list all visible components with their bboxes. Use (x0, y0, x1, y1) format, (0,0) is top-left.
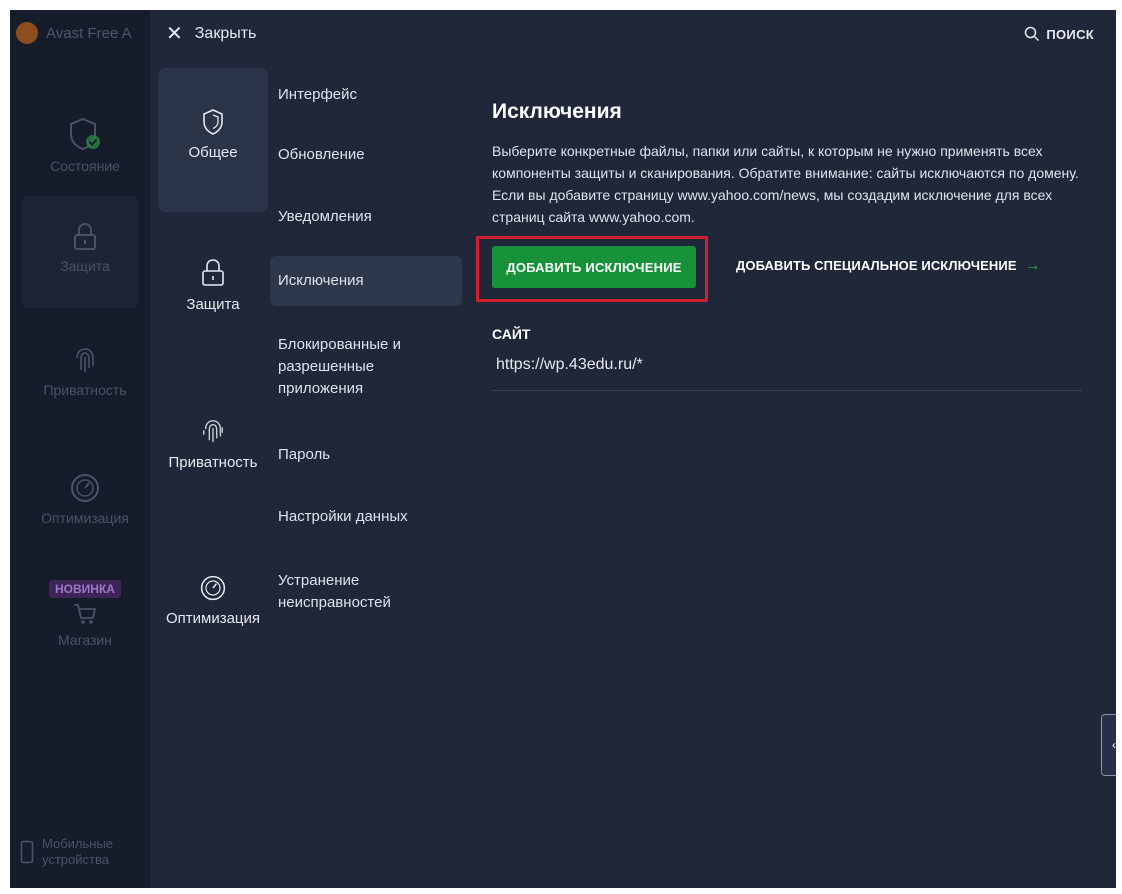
speedometer-icon (200, 575, 226, 601)
bg-nav-status[interactable]: Состояние (10, 116, 160, 174)
subnav-line: приложения (278, 380, 364, 397)
subnav-updates[interactable]: Обновление (270, 144, 462, 166)
subnav-interface[interactable]: Интерфейс (270, 84, 462, 106)
close-label: Закрыть (194, 25, 257, 42)
close-button[interactable]: ✕ Закрыть (166, 24, 256, 44)
subnav-line: неисправностей (278, 594, 391, 611)
bg-nav-label: Магазин (57, 632, 112, 648)
add-exception-button[interactable]: ДОБАВИТЬ ИСКЛЮЧЕНИЕ (492, 246, 696, 288)
subnav-data-settings[interactable]: Настройки данных (270, 506, 462, 528)
category-label: Приватность (168, 454, 258, 471)
shield-check-icon (70, 117, 100, 151)
search-label: ПОИСК (1046, 26, 1094, 42)
subnav-line: разрешенные (278, 358, 375, 375)
lock-icon (202, 259, 224, 286)
new-badge: НОВИНКА (49, 580, 121, 598)
bg-mobile-line1: Мобильные (42, 836, 114, 851)
fingerprint-icon (203, 420, 223, 443)
category-general[interactable]: Общее (158, 68, 268, 212)
fingerprint-icon (76, 348, 94, 372)
category-label: Общее (188, 144, 238, 161)
app-window: Avast Free A Состояние Защита Приватност… (10, 10, 1116, 888)
speedometer-icon (71, 474, 99, 502)
category-label: Оптимизация (165, 610, 261, 627)
add-special-exception-link[interactable]: ДОБАВИТЬ СПЕЦИАЛЬНОЕ ИСКЛЮЧЕНИЕ → (736, 257, 1041, 275)
settings-panel: ✕ Закрыть ПОИСК Общее Защита Приватность… (150, 10, 1116, 888)
bg-nav-store[interactable]: НОВИНКА Магазин (10, 580, 160, 648)
lock-icon (74, 222, 96, 250)
bg-nav-privacy[interactable]: Приватность (10, 344, 160, 398)
bg-mobile-devices[interactable]: Мобильные устройства (20, 836, 113, 868)
add-special-exception-label: ДОБАВИТЬ СПЕЦИАЛЬНОЕ ИСКЛЮЧЕНИЕ (736, 258, 1017, 273)
exception-url: https://wp.43edu.ru/* (496, 356, 643, 373)
avast-logo-icon (16, 22, 38, 44)
bg-nav-label: Состояние (50, 158, 120, 174)
chevron-left-icon: ‹ (1112, 738, 1116, 752)
bg-nav-label: Приватность (43, 382, 127, 398)
page-title: Исключения (492, 100, 622, 123)
background-sidebar: Avast Free A Состояние Защита Приватност… (10, 10, 160, 888)
category-protection[interactable]: Защита (158, 258, 268, 313)
close-icon: ✕ (166, 23, 183, 45)
bg-mobile-line2: устройства (42, 852, 109, 867)
bg-nav-protection[interactable]: Защита (10, 222, 160, 274)
category-optimization[interactable]: Оптимизация (158, 574, 268, 627)
subnav-blocked-allowed-apps[interactable]: Блокированные и разрешенные приложения (270, 334, 462, 400)
site-column-header: САЙТ (492, 326, 531, 342)
bg-nav-optimization[interactable]: Оптимизация (10, 472, 160, 526)
subnav-password[interactable]: Пароль (270, 444, 462, 466)
exception-row[interactable]: https://wp.43edu.ru/* (492, 356, 1082, 391)
phone-icon (20, 840, 34, 864)
subnav-line: Устранение (278, 572, 360, 589)
subnav-exceptions[interactable]: Исключения (270, 256, 462, 306)
arrow-right-icon: → (1024, 257, 1041, 274)
collapse-tab[interactable]: ‹ (1101, 714, 1116, 776)
subnav-line: Блокированные и (278, 336, 401, 353)
exceptions-content: Исключения Выберите конкретные файлы, па… (476, 100, 1092, 391)
exceptions-description: Выберите конкретные файлы, папки или сай… (492, 143, 1079, 225)
subnav-notifications[interactable]: Уведомления (270, 206, 462, 228)
bg-nav-label: Оптимизация (41, 510, 129, 526)
app-title: Avast Free A (16, 22, 132, 44)
app-title-text: Avast Free A (46, 24, 132, 42)
exception-actions: ДОБАВИТЬ ИСКЛЮЧЕНИЕ ДОБАВИТЬ СПЕЦИАЛЬНОЕ… (476, 236, 1092, 306)
bg-nav-label: Защита (60, 258, 110, 274)
search-icon (1025, 26, 1040, 42)
cart-icon (74, 604, 97, 624)
search-button[interactable]: ПОИСК (1024, 26, 1094, 42)
shield-icon (203, 109, 223, 135)
subnav-troubleshooting[interactable]: Устранение неисправностей (270, 570, 462, 614)
category-label: Защита (186, 296, 240, 313)
category-privacy[interactable]: Приватность (158, 416, 268, 471)
